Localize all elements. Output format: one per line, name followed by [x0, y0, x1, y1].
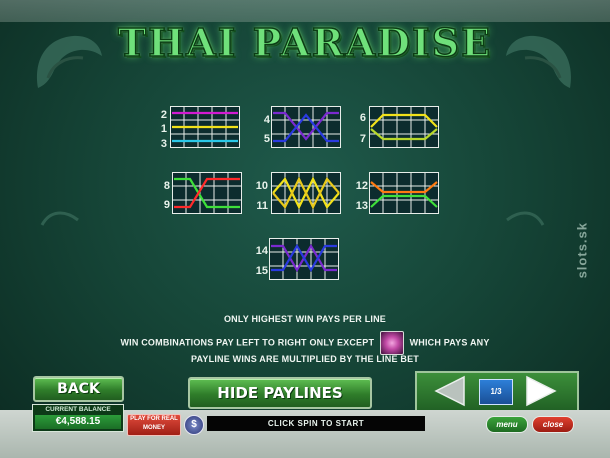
- payline-grid-12-13: [369, 172, 439, 214]
- payline-label: 15: [255, 265, 268, 277]
- payline-label: 1: [160, 123, 167, 135]
- balance-panel: CURRENT BALANCE €4,588.15: [32, 404, 124, 432]
- game-title: THAI PARADISE: [117, 19, 493, 66]
- menu-button[interactable]: menu: [486, 416, 528, 433]
- page-indicator: 1/3: [479, 379, 513, 405]
- payline-label: 7: [359, 133, 366, 145]
- hide-paylines-button[interactable]: HIDE PAYLINES: [188, 377, 372, 409]
- coin-icon[interactable]: $: [184, 415, 204, 435]
- close-button[interactable]: close: [532, 416, 574, 433]
- payline-grid-14-15: [269, 238, 339, 280]
- rule-text: PAYLINE WINS ARE MULTIPLIED BY THE LINE …: [191, 354, 419, 364]
- status-message: CLICK SPIN TO START: [207, 416, 425, 431]
- left-ornament-icon: [37, 35, 102, 88]
- rule-text-before-symbol: WIN COMBINATIONS PAY LEFT TO RIGHT ONLY …: [120, 337, 375, 348]
- rule-text-after-symbol: WHICH PAYS ANY: [409, 337, 490, 348]
- payline-label: 9: [163, 199, 170, 211]
- payline-grid-8-9: [172, 172, 242, 214]
- prev-page-arrow-icon[interactable]: [432, 375, 466, 407]
- watermark-text: slots.sk: [574, 222, 589, 279]
- balance-value: €4,588.15: [35, 415, 121, 429]
- rule-text: ONLY HIGHEST WIN PAYS PER LINE: [223, 314, 387, 324]
- balance-label: CURRENT BALANCE: [45, 406, 111, 413]
- right-vine-icon: [506, 211, 545, 226]
- payline-grid-1-2-3: [170, 106, 240, 148]
- next-page-arrow-icon[interactable]: [525, 375, 559, 407]
- payline-label: 4: [263, 114, 270, 126]
- payline-grid-6-7: [369, 106, 439, 148]
- payline-label: 10: [255, 180, 268, 192]
- payline-label: 2: [160, 109, 167, 121]
- left-vine-icon: [40, 211, 79, 226]
- play-for-real-money-button[interactable]: PLAY FOR REAL MONEY: [127, 414, 181, 436]
- payline-label: 11: [256, 200, 268, 212]
- rule-text-line2: WIN COMBINATIONS PAY LEFT TO RIGHT ONLY …: [0, 331, 610, 355]
- payline-label: 6: [359, 112, 366, 124]
- scatter-flower-icon: [379, 331, 404, 355]
- payline-label: 5: [263, 133, 270, 145]
- back-button[interactable]: BACK: [33, 376, 124, 402]
- paytable-screen: THAI PARADISE slots.sk 2 1 3 4 5 6 7 8 9: [0, 0, 610, 458]
- payline-label: 13: [355, 200, 368, 212]
- payline-label: 8: [163, 180, 170, 192]
- payline-label: 12: [355, 180, 368, 192]
- top-strip: [0, 0, 610, 22]
- payline-label: 14: [255, 245, 268, 257]
- payline-label: 3: [160, 138, 167, 150]
- payline-grid-4-5: [271, 106, 341, 148]
- payline-grid-10-11: [271, 172, 341, 214]
- right-ornament-icon: [506, 35, 571, 88]
